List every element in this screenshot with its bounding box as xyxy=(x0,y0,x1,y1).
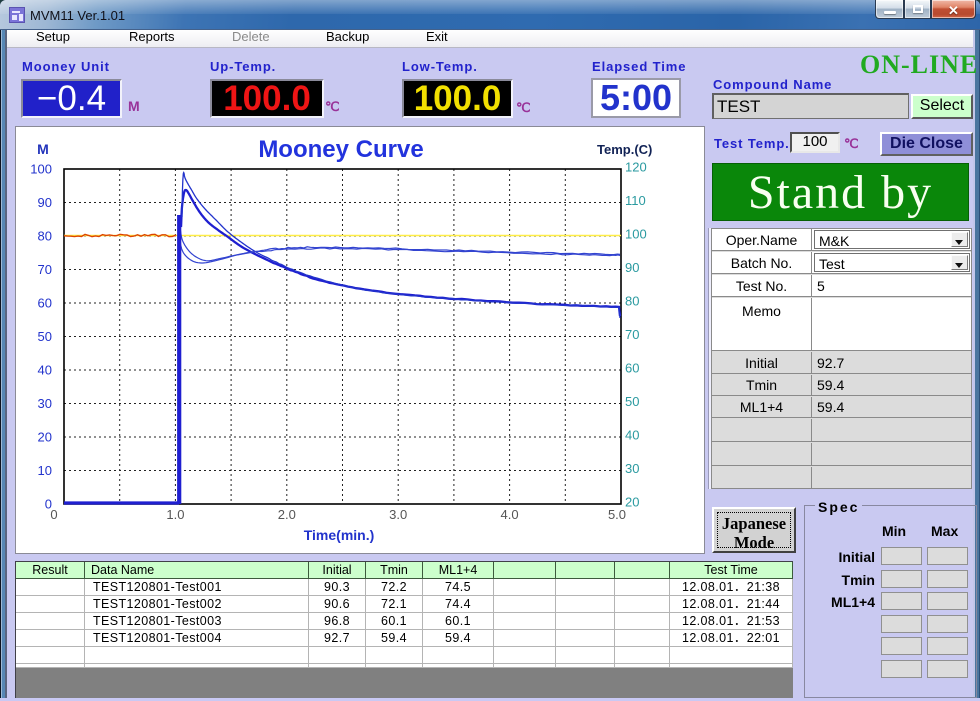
svg-text:60: 60 xyxy=(625,361,639,376)
svg-text:4.0: 4.0 xyxy=(501,507,519,522)
svg-text:90: 90 xyxy=(625,260,639,275)
svg-text:1.0: 1.0 xyxy=(166,507,184,522)
svg-text:70: 70 xyxy=(38,262,52,277)
svg-text:60: 60 xyxy=(38,296,52,311)
svg-text:80: 80 xyxy=(625,294,639,309)
svg-text:100: 100 xyxy=(625,227,647,242)
svg-text:120: 120 xyxy=(625,160,647,175)
svg-text:2.0: 2.0 xyxy=(278,507,296,522)
svg-text:110: 110 xyxy=(625,193,646,208)
svg-text:50: 50 xyxy=(38,329,52,344)
svg-text:10: 10 xyxy=(38,463,52,478)
svg-text:Mooney Curve: Mooney Curve xyxy=(258,136,423,163)
svg-text:Temp.(C): Temp.(C) xyxy=(597,142,652,157)
svg-text:70: 70 xyxy=(625,327,639,342)
svg-text:0: 0 xyxy=(50,507,57,522)
svg-text:5.0: 5.0 xyxy=(608,507,626,522)
svg-text:80: 80 xyxy=(38,229,52,244)
svg-text:100: 100 xyxy=(30,162,52,177)
svg-text:Time(min.): Time(min.) xyxy=(304,527,375,543)
svg-text:30: 30 xyxy=(625,461,639,476)
svg-text:20: 20 xyxy=(38,430,52,445)
svg-text:40: 40 xyxy=(38,363,52,378)
svg-text:40: 40 xyxy=(625,428,639,443)
svg-text:90: 90 xyxy=(38,195,52,210)
svg-text:3.0: 3.0 xyxy=(389,507,407,522)
svg-text:M: M xyxy=(37,141,49,157)
svg-text:50: 50 xyxy=(625,394,639,409)
svg-text:30: 30 xyxy=(38,396,52,411)
svg-text:20: 20 xyxy=(625,495,639,510)
